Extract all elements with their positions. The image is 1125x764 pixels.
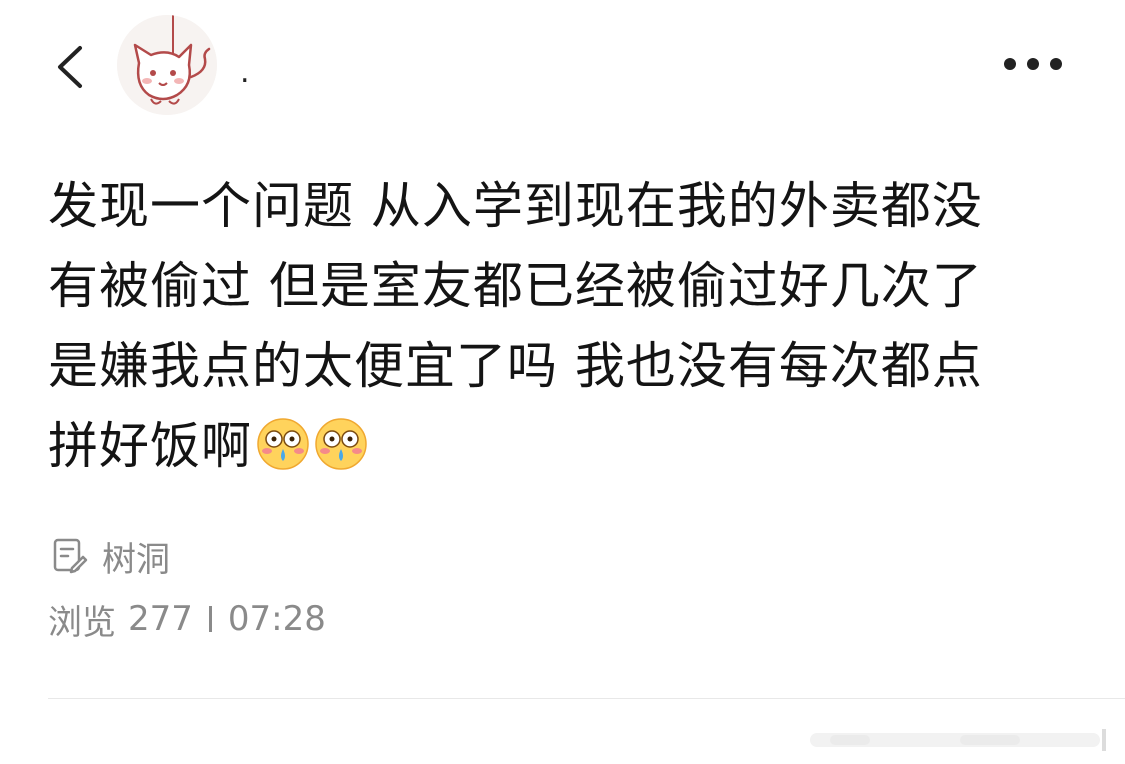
post-line: 有被偷过 但是室友都已经被偷过好几次了	[48, 257, 983, 315]
flushed-face-icon	[315, 418, 367, 470]
post-meta: 浏览 277 07:28	[48, 598, 326, 643]
top-bar: .	[0, 0, 1125, 130]
note-edit-icon	[53, 538, 88, 574]
post-content: 发现一个问题 从入学到现在我的外卖都没 有被偷过 但是室友都已经被偷过好几次了 …	[48, 166, 1078, 486]
more-options-icon[interactable]	[998, 50, 1068, 78]
post-line: 发现一个问题 从入学到现在我的外卖都没	[48, 177, 983, 235]
meta-divider	[208, 606, 212, 632]
cat-avatar-icon	[117, 15, 217, 115]
divider	[48, 698, 1125, 699]
post-line: 是嫌我点的太便宜了吗 我也没有每次都点	[48, 337, 983, 395]
post-line-text: 拼好饭啊	[48, 417, 252, 475]
views-label: 浏览	[48, 602, 116, 643]
views-count: 277	[128, 599, 193, 639]
avatar[interactable]	[117, 15, 217, 115]
flushed-face-icon	[257, 418, 309, 470]
post-line: 拼好饭啊	[48, 406, 1078, 486]
topic-tag[interactable]: 树洞	[52, 534, 170, 580]
post-time: 07:28	[227, 599, 326, 639]
username[interactable]: .	[240, 58, 250, 88]
watermark-smudge	[810, 729, 1106, 751]
topic-label: 树洞	[102, 539, 170, 580]
back-icon[interactable]	[50, 42, 90, 92]
